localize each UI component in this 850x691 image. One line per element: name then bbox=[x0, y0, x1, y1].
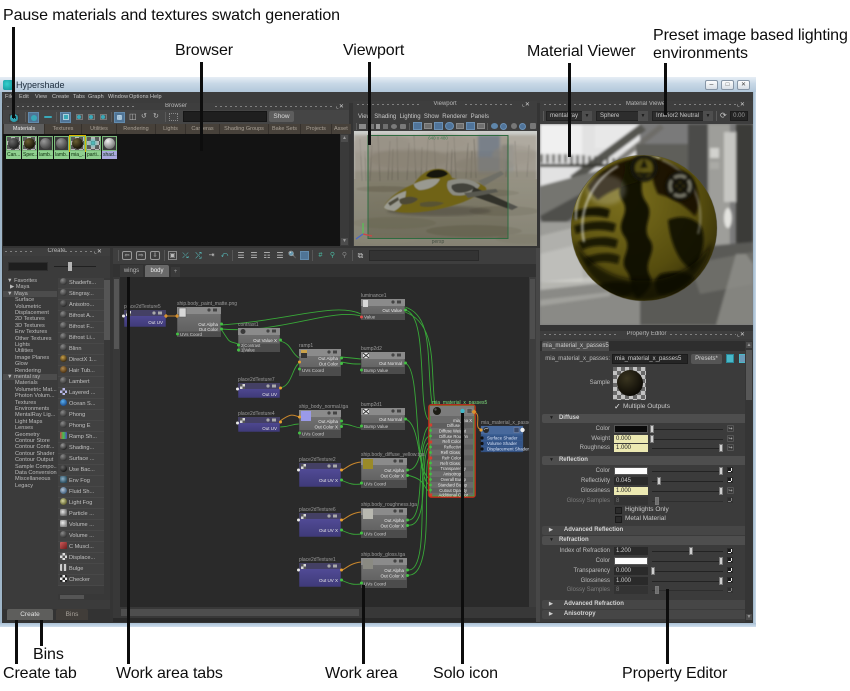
svg-text:Out Alpha: Out Alpha bbox=[384, 518, 404, 523]
svg-text:ship_body_normal.tga: ship_body_normal.tga bbox=[299, 404, 348, 410]
svg-text:place2dTexture2: place2dTexture2 bbox=[299, 457, 336, 463]
svg-text:Bump Value: Bump Value bbox=[364, 368, 389, 373]
svg-text:Out Color X: Out Color X bbox=[380, 524, 404, 529]
svg-text:ship.body_gloss.tga: ship.body_gloss.tga bbox=[361, 552, 405, 558]
svg-text:UVs Coord: UVs Coord bbox=[302, 368, 325, 373]
svg-text:ship.body_roughness.tga: ship.body_roughness.tga bbox=[361, 502, 417, 508]
svg-text:Out Alpha: Out Alpha bbox=[384, 468, 404, 473]
svg-text:Out Color X: Out Color X bbox=[380, 574, 404, 579]
svg-text:Out UV X: Out UV X bbox=[319, 478, 338, 483]
svg-text:Out Normal: Out Normal bbox=[379, 417, 402, 422]
svg-text:persp: persp bbox=[432, 239, 445, 245]
svg-text:UVs Coord: UVs Coord bbox=[180, 332, 203, 337]
svg-text:contrast1: contrast1 bbox=[238, 322, 259, 328]
svg-text:luminance1: luminance1 bbox=[361, 293, 387, 299]
svg-text:ship.body_diffuse_yellow.tga: ship.body_diffuse_yellow.tga bbox=[361, 452, 425, 458]
svg-text:Out Alpha: Out Alpha bbox=[384, 568, 404, 573]
svg-text:Diffuse: Diffuse bbox=[447, 423, 461, 428]
svg-text:Bump Value: Bump Value bbox=[364, 424, 389, 429]
svg-text:Out Color X: Out Color X bbox=[380, 474, 404, 479]
svg-text:1|Value: 1|Value bbox=[241, 348, 255, 353]
svg-text:ship.body_paint_matte.png: ship.body_paint_matte.png bbox=[177, 301, 237, 307]
svg-text:Value: Value bbox=[364, 315, 376, 320]
svg-text:Out Alpha: Out Alpha bbox=[318, 356, 338, 361]
svg-text:Out UV X: Out UV X bbox=[319, 578, 338, 583]
svg-text:Refr Gloss: Refr Gloss bbox=[440, 461, 460, 466]
svg-text:place2dTexture1: place2dTexture1 bbox=[299, 557, 336, 563]
svg-text:Refl Gloss: Refl Gloss bbox=[441, 450, 460, 455]
svg-text:Out Value: Out Value bbox=[382, 308, 402, 313]
svg-text:UVs Coord: UVs Coord bbox=[364, 482, 387, 487]
svg-text:place2dTexture6: place2dTexture6 bbox=[299, 507, 336, 513]
svg-text:Out Color X: Out Color X bbox=[314, 425, 338, 430]
svg-text:Out UV: Out UV bbox=[262, 392, 277, 397]
svg-text:ramp1: ramp1 bbox=[299, 343, 313, 349]
svg-text:640 x 480: 640 x 480 bbox=[428, 136, 448, 141]
svg-text:bump2d2: bump2d2 bbox=[361, 346, 382, 352]
svg-text:Out Color: Out Color bbox=[319, 362, 339, 367]
svg-text:bump2d1: bump2d1 bbox=[361, 402, 382, 408]
svg-text:Out Alpha: Out Alpha bbox=[318, 419, 338, 424]
svg-text:Additional Color: Additional Color bbox=[438, 493, 468, 498]
svg-text:Refr Color: Refr Color bbox=[442, 455, 462, 460]
svg-text:place2dTexture7: place2dTexture7 bbox=[238, 377, 275, 383]
svg-text:Diffuse Roughn: Diffuse Roughn bbox=[439, 434, 468, 439]
svg-text:UVs Coord: UVs Coord bbox=[364, 532, 387, 537]
svg-text:place2dTexture4: place2dTexture4 bbox=[238, 411, 275, 417]
svg-text:Out Normal: Out Normal bbox=[379, 361, 402, 366]
svg-text:UVs Coord: UVs Coord bbox=[364, 582, 387, 587]
svg-text:Refl Color: Refl Color bbox=[442, 439, 461, 444]
svg-text:Out UV: Out UV bbox=[148, 320, 163, 325]
svg-text:UVs Coord: UVs Coord bbox=[302, 432, 325, 437]
svg-text:Out UV X: Out UV X bbox=[319, 528, 338, 533]
svg-text:Out UV: Out UV bbox=[262, 426, 277, 431]
